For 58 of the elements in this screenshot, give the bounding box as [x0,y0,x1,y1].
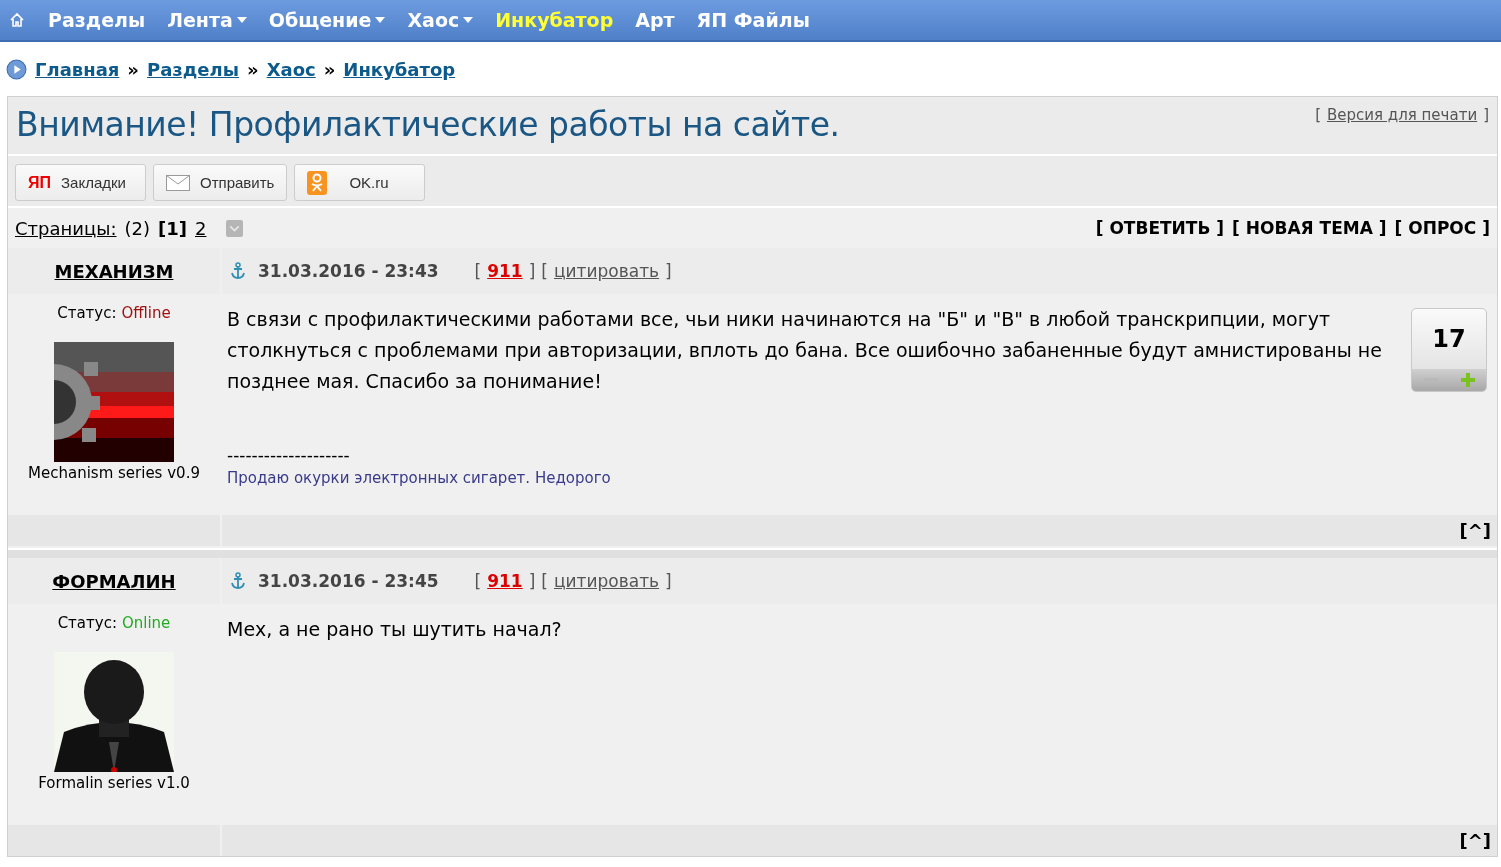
bracket: [ [474,261,482,281]
caret-icon[interactable] [463,17,474,23]
post-date: 31.03.2016 - 23:45 [258,571,439,591]
share-button[interactable]: ЯП Закладки [15,164,146,201]
quote-link[interactable]: цитировать [554,261,660,281]
avatar-caption: Formalin series v1.0 [38,774,190,792]
anchor-icon[interactable] [230,572,246,590]
bracket: ] [665,261,672,281]
bracket: ] [528,261,536,281]
page-count: (2) [124,217,150,239]
bracket: ] [528,571,536,591]
print-version-link[interactable]: Версия для печати [1327,106,1478,154]
bracket: [ [541,571,548,591]
status-label: Статус: [57,614,117,632]
breadcrumb-link[interactable]: Хаос [266,59,316,80]
action-link[interactable]: [ НОВАЯ ТЕМА ] [1232,218,1387,238]
bracket: ] [1483,106,1489,126]
breadcrumb-link[interactable]: Главная [35,59,120,80]
post-text: В связи с профилактическими работами все, чьи ники начинаются на "Б" и "В" в любой транскрипции, могут столкнуться с проблемами при авторизации, вплоть до бана. Все ошибочно забаненные будут амнистированы не позднее мая. Спасибо за понимание! [227,307,1383,394]
envelope-icon [166,174,190,191]
breadcrumb-separator: » [323,59,336,80]
back-to-top-link[interactable]: [^] [1459,520,1491,541]
signature-rule: -------------------- [227,445,351,465]
status-label: Статус: [57,304,117,322]
signature-text: Продаю окурки электронных сигарет. Недорого [227,469,612,487]
page-link[interactable]: 2 [195,217,207,239]
share-button[interactable]: Отправить [153,164,288,201]
home-icon[interactable] [9,12,25,28]
breadcrumb-separator: » [127,59,139,80]
quote-link[interactable]: цитировать [554,571,660,591]
person-icon [307,170,328,195]
breadcrumb-separator: » [247,59,259,80]
status-value: Online [121,614,171,632]
caret-icon[interactable] [375,17,386,23]
pages-label[interactable]: Страницы: [15,217,117,239]
share-button[interactable]: OK.ru [294,164,426,201]
post-text: Мех, а не рано ты шутить начал? [227,617,563,642]
dropdown-icon[interactable] [226,219,244,237]
breadcrumb-link[interactable]: Разделы [147,59,239,80]
breadcrumb-link[interactable]: Инкубатор [343,59,456,80]
caret-icon[interactable] [236,17,247,23]
rating-link[interactable]: 911 [487,571,523,591]
bracket: [ [474,571,482,591]
action-link[interactable]: [ ОПРОС ] [1394,218,1490,238]
status-value: Offline [121,304,171,322]
bracket: ] [665,571,672,591]
anchor-icon[interactable] [230,262,246,280]
avatar-caption: Mechanism series v0.9 [28,464,200,482]
vote-count: 17 [1431,324,1467,355]
bracket: [ [1315,106,1321,126]
rating-link[interactable]: 911 [487,261,523,281]
bracket: [ [541,261,548,281]
action-link[interactable]: [ ОТВЕТИТЬ ] [1095,218,1225,238]
post-date: 31.03.2016 - 23:43 [258,261,439,281]
back-to-top-link[interactable]: [^] [1459,830,1491,851]
play-icon [6,59,27,80]
current-page: [1] [158,217,187,239]
topic-title: Внимание! Профилактические работы на сайте. [16,105,840,146]
